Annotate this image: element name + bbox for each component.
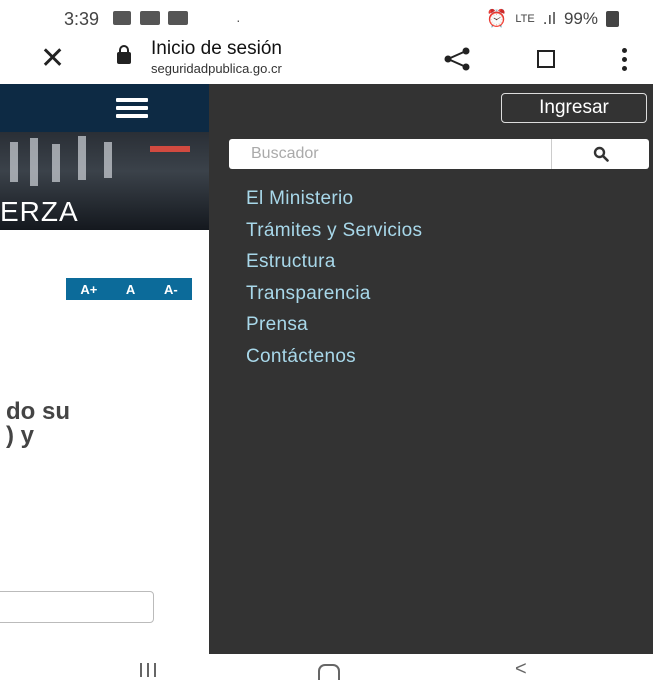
- share-icon[interactable]: [442, 46, 472, 72]
- more-options-icon[interactable]: [622, 46, 628, 72]
- hero-figure: [78, 136, 86, 180]
- bookmark-icon[interactable]: [537, 50, 555, 68]
- lock-icon[interactable]: [117, 45, 131, 64]
- signal-icon: .ıl: [542, 9, 556, 28]
- recents-icon[interactable]: [140, 663, 158, 677]
- search-box: [229, 139, 649, 169]
- battery-level: 99%: [563, 9, 598, 28]
- hero-figure: [10, 142, 18, 182]
- gallery-notification-icon: [113, 11, 131, 25]
- hero-figure: [104, 142, 112, 178]
- side-menu-panel: Ingresar El Ministerio Trámites y Servic…: [209, 84, 653, 654]
- more-notifications-icon: ·: [236, 12, 241, 28]
- partial-heading: do su ) y: [6, 400, 70, 448]
- search-input[interactable]: [229, 139, 551, 169]
- menu-item-prensa[interactable]: Prensa: [246, 314, 422, 346]
- login-button[interactable]: Ingresar: [501, 93, 647, 123]
- menu-item-tramites[interactable]: Trámites y Servicios: [246, 220, 422, 252]
- hero-text: ERZA: [0, 196, 79, 227]
- font-size-controls: A+ A A-: [66, 278, 192, 300]
- browser-toolbar: ✕ Inicio de sesión seguridadpublica.go.c…: [0, 36, 653, 84]
- hero-figure: [30, 138, 38, 186]
- partial-heading-line: do su: [6, 398, 70, 425]
- partial-heading-line: ) y: [6, 422, 35, 449]
- app-notification-icon: [168, 11, 188, 25]
- menu-item-estructura[interactable]: Estructura: [246, 251, 422, 283]
- hamburger-menu-icon[interactable]: [116, 98, 148, 118]
- menu-item-contactenos[interactable]: Contáctenos: [246, 346, 422, 378]
- system-nav-bar: <: [0, 654, 653, 681]
- font-reset-button[interactable]: A: [126, 282, 135, 297]
- status-time: 3:39: [64, 9, 100, 29]
- network-type: LTE: [515, 13, 535, 25]
- font-increase-button[interactable]: A+: [80, 282, 97, 297]
- page-input-field[interactable]: [0, 591, 154, 623]
- back-icon[interactable]: <: [515, 658, 527, 681]
- menu-item-transparencia[interactable]: Transparencia: [246, 283, 422, 315]
- hero-figure: [52, 144, 60, 182]
- home-icon[interactable]: [318, 664, 340, 680]
- page-url[interactable]: seguridadpublica.go.cr: [151, 61, 282, 76]
- page-title[interactable]: Inicio de sesión: [151, 38, 282, 60]
- status-bar: 3:39 · ⏰ LTE .ıl 99%: [0, 0, 653, 36]
- close-icon[interactable]: ✕: [40, 44, 65, 74]
- alarm-icon: ⏰: [486, 9, 508, 28]
- sigma-notification-icon: [140, 11, 160, 25]
- page-content: ERZA A+ A A- do su ) y: [0, 84, 209, 654]
- site-header: [0, 84, 209, 132]
- main-menu: El Ministerio Trámites y Servicios Estru…: [246, 188, 422, 377]
- search-button[interactable]: [551, 139, 649, 169]
- status-right: ⏰ LTE .ıl 99%: [486, 9, 619, 29]
- hero-stripe: [150, 146, 190, 152]
- font-decrease-button[interactable]: A-: [164, 282, 178, 297]
- search-icon: [593, 146, 609, 162]
- menu-item-ministerio[interactable]: El Ministerio: [246, 188, 422, 220]
- battery-icon: [606, 11, 619, 27]
